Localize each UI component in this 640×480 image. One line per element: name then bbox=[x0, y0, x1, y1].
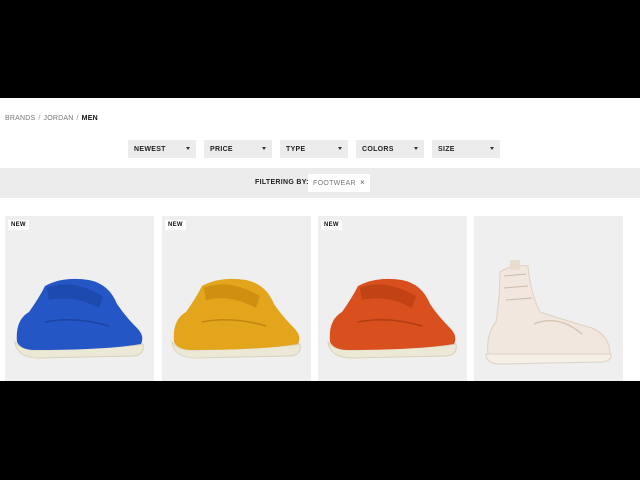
type-dropdown[interactable]: TYPE bbox=[280, 140, 348, 158]
sort-newest-dropdown[interactable]: NEWEST bbox=[128, 140, 196, 158]
shoe-blue-icon bbox=[14, 278, 144, 359]
chevron-down-icon bbox=[414, 147, 418, 150]
filter-dropdowns: NEWEST PRICE TYPE COLORS SIZE bbox=[0, 140, 640, 158]
size-dropdown[interactable]: SIZE bbox=[432, 140, 500, 158]
chevron-down-icon bbox=[490, 147, 494, 150]
breadcrumb-current: MEN bbox=[81, 115, 98, 122]
price-dropdown[interactable]: PRICE bbox=[204, 140, 272, 158]
shoe-yellow-icon bbox=[171, 278, 301, 359]
colors-dropdown[interactable]: COLORS bbox=[356, 140, 424, 158]
dropdown-label: SIZE bbox=[438, 145, 455, 153]
breadcrumb-separator: / bbox=[76, 115, 79, 122]
close-icon[interactable]: × bbox=[360, 178, 365, 187]
breadcrumb-brands-link[interactable]: BRANDS bbox=[5, 115, 35, 122]
active-filters-bar: FILTERING BY: FOOTWEAR × bbox=[0, 168, 640, 198]
chevron-down-icon bbox=[338, 147, 342, 150]
product-card[interactable]: NEW bbox=[5, 216, 154, 381]
shoe-cream-icon bbox=[485, 260, 612, 365]
dropdown-label: NEWEST bbox=[134, 145, 166, 153]
breadcrumb-jordan-link[interactable]: JORDAN bbox=[44, 115, 74, 122]
product-listing-page: BRANDS / JORDAN / MEN NEWEST PRICE TYPE COLO… bbox=[0, 98, 640, 381]
product-card[interactable] bbox=[474, 216, 623, 381]
filter-chip-footwear[interactable]: FOOTWEAR × bbox=[308, 174, 370, 192]
filter-chip-label: FOOTWEAR bbox=[313, 179, 356, 187]
dropdown-label: PRICE bbox=[210, 145, 233, 153]
breadcrumb: BRANDS / JORDAN / MEN bbox=[5, 115, 98, 122]
dropdown-label: TYPE bbox=[286, 145, 306, 153]
product-card[interactable]: NEW bbox=[318, 216, 467, 381]
dropdown-label: COLORS bbox=[362, 145, 394, 153]
product-card[interactable]: NEW bbox=[162, 216, 311, 381]
breadcrumb-separator: / bbox=[38, 115, 41, 122]
chevron-down-icon bbox=[262, 147, 266, 150]
shoe-orange-icon bbox=[327, 278, 457, 359]
filtering-by-label: FILTERING BY: bbox=[255, 179, 309, 186]
chevron-down-icon bbox=[186, 147, 190, 150]
